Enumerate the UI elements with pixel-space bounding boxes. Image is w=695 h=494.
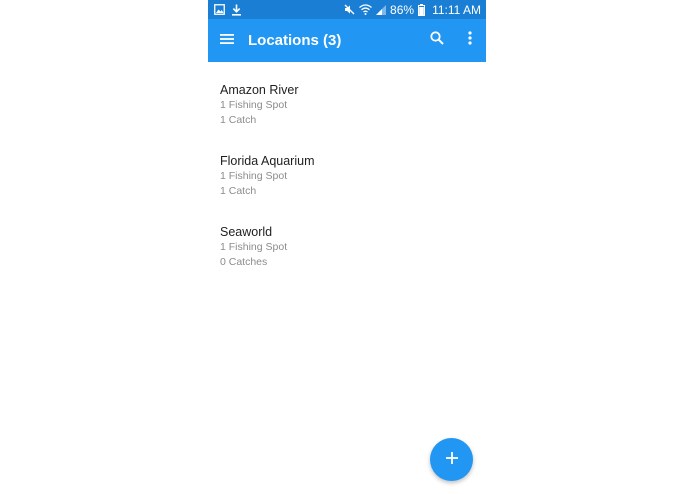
- status-bar: 86% 11:11 AM: [208, 0, 486, 19]
- location-catches: 1 Catch: [220, 114, 257, 126]
- image-icon: [214, 4, 225, 15]
- menu-icon: [220, 32, 234, 50]
- search-icon: [429, 31, 444, 50]
- status-time: 11:11 AM: [432, 2, 481, 17]
- status-right: 86% 11:11 AM: [344, 3, 481, 17]
- phone-screen: 86% 11:11 AM Locations (3) Amazon River …: [208, 0, 486, 494]
- location-name: Florida Aquarium: [220, 154, 315, 168]
- download-icon: [231, 4, 242, 16]
- locations-list: Amazon River 1 Fishing Spot 1 Catch Flor…: [208, 62, 486, 275]
- location-catches: 0 Catches: [220, 256, 268, 268]
- wifi-icon: [359, 4, 372, 15]
- add-location-button[interactable]: [430, 438, 473, 481]
- menu-button[interactable]: [208, 19, 246, 62]
- list-item[interactable]: Florida Aquarium 1 Fishing Spot 1 Catch: [208, 133, 486, 204]
- location-catches: 1 Catch: [220, 185, 257, 197]
- search-button[interactable]: [420, 19, 453, 62]
- plus-icon: [445, 451, 458, 469]
- signal-icon: [376, 4, 387, 15]
- list-item[interactable]: Amazon River 1 Fishing Spot 1 Catch: [208, 62, 486, 133]
- battery-icon: [418, 3, 426, 16]
- location-spots: 1 Fishing Spot: [220, 170, 288, 182]
- location-spots: 1 Fishing Spot: [220, 99, 288, 111]
- app-bar: Locations (3): [208, 19, 486, 62]
- location-name: Amazon River: [220, 83, 299, 97]
- mute-icon: [344, 4, 355, 15]
- page-title: Locations (3): [248, 32, 342, 49]
- list-item[interactable]: Seaworld 1 Fishing Spot 0 Catches: [208, 204, 486, 275]
- battery-percent: 86%: [390, 2, 415, 17]
- more-vert-icon: [467, 31, 472, 50]
- more-options-button[interactable]: [453, 19, 486, 62]
- location-spots: 1 Fishing Spot: [220, 241, 288, 253]
- status-left: [214, 4, 242, 16]
- location-name: Seaworld: [220, 225, 273, 239]
